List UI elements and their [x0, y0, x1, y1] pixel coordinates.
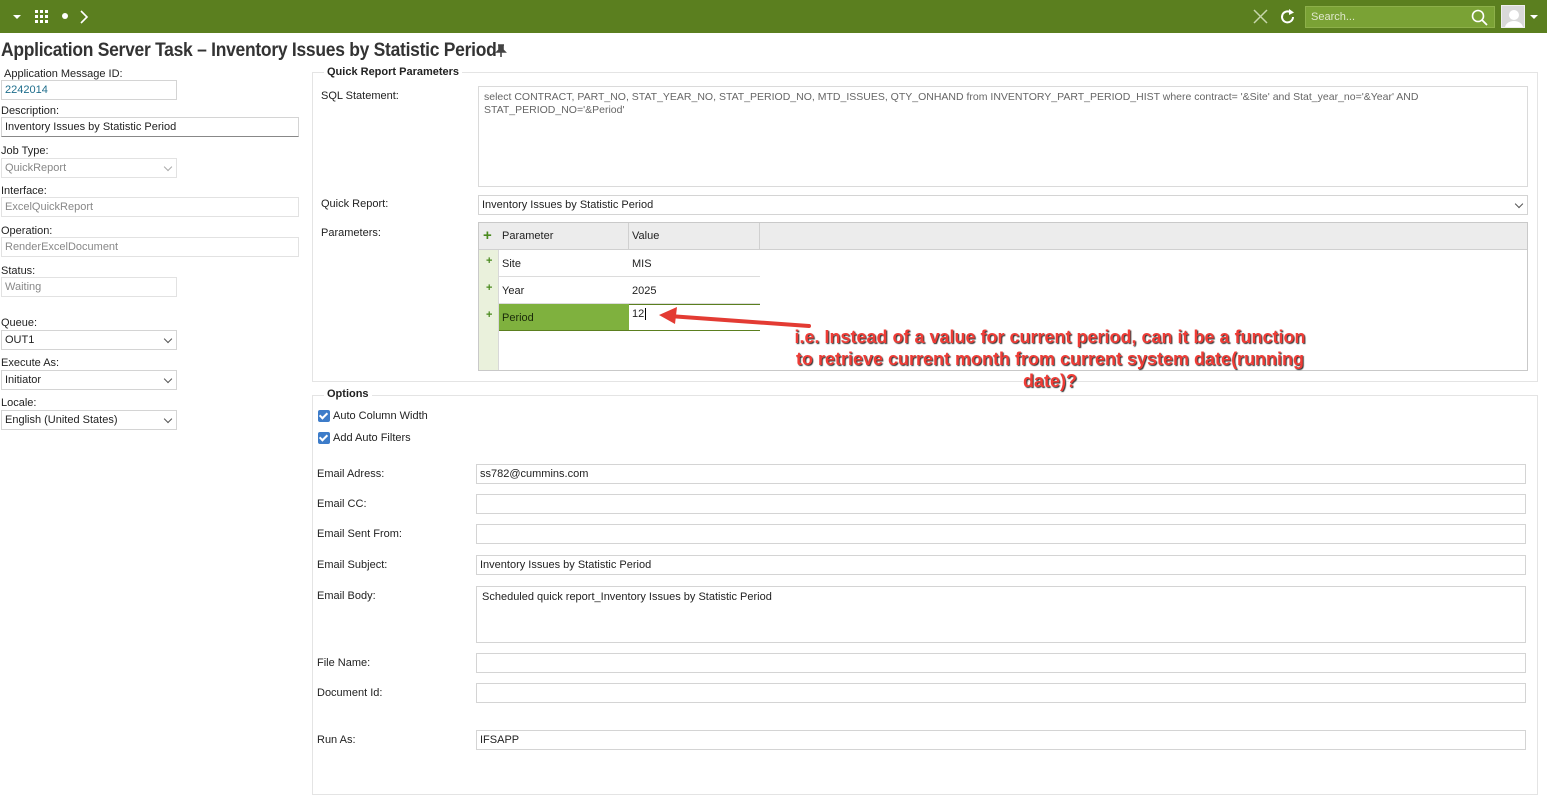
grid-header: + Parameter Value [479, 223, 1527, 250]
table-row-parameter[interactable]: Site [499, 250, 629, 277]
table-row-parameter-selected[interactable]: Period [499, 304, 629, 331]
queue-value: OUT1 [5, 334, 35, 346]
chevron-down-icon[interactable] [163, 374, 173, 384]
options-title: Options [324, 388, 372, 400]
document-id-label: Document Id: [317, 687, 383, 699]
operation-label: Operation: [1, 225, 53, 237]
dot-icon [62, 13, 68, 19]
top-navigation-bar [0, 0, 1547, 33]
file-name-field[interactable] [476, 653, 1526, 673]
chevron-down-icon[interactable] [163, 334, 173, 344]
email-cc-label: Email CC: [317, 498, 367, 510]
caret-down-icon[interactable] [12, 13, 22, 21]
sql-statement-label: SQL Statement: [321, 90, 399, 102]
email-sent-from-field[interactable] [476, 524, 1526, 544]
row-expand-icon[interactable]: + [486, 255, 492, 267]
email-address-label: Email Adress: [317, 468, 385, 480]
auto-column-width-checkbox[interactable] [318, 410, 330, 422]
add-auto-filters-label[interactable]: Add Auto Filters [333, 432, 411, 444]
row-expand-icon[interactable]: + [486, 282, 492, 294]
search-input[interactable] [1306, 7, 1466, 27]
queue-select[interactable]: OUT1 [1, 330, 177, 350]
locale-label: Locale: [1, 397, 37, 409]
locale-value: English (United States) [5, 414, 118, 426]
interface-field: ExcelQuickReport [1, 197, 299, 217]
parameters-label: Parameters: [321, 227, 381, 239]
auto-column-width-label[interactable]: Auto Column Width [333, 410, 428, 422]
email-address-field[interactable]: ss782@cummins.com [476, 464, 1526, 484]
quick-report-select[interactable]: Inventory Issues by Statistic Period [478, 195, 1528, 215]
execute-as-select[interactable]: Initiator [1, 370, 177, 390]
msg-id-label: Application Message ID: [4, 68, 123, 80]
add-row-icon[interactable]: + [483, 227, 492, 244]
execute-as-label: Execute As: [1, 357, 60, 369]
description-field[interactable]: Inventory Issues by Statistic Period [1, 117, 299, 137]
row-expand-icon[interactable]: + [486, 309, 492, 321]
chevron-down-icon[interactable] [163, 414, 173, 424]
interface-label: Interface: [1, 185, 47, 197]
chevron-right-icon[interactable] [79, 9, 89, 25]
chevron-down-icon[interactable] [1514, 199, 1524, 209]
queue-label: Queue: [1, 317, 38, 329]
run-as-field[interactable]: IFSAPP [476, 730, 1526, 750]
email-body-label: Email Body: [317, 590, 376, 602]
table-row-value[interactable]: MIS [629, 250, 760, 277]
annotation-text: i.e. Instead of a value for current peri… [794, 327, 1306, 391]
pin-icon[interactable] [495, 44, 507, 58]
column-header-parameter[interactable]: Parameter [499, 223, 629, 250]
column-header-value[interactable]: Value [629, 223, 760, 250]
user-avatar-icon[interactable] [1501, 5, 1525, 28]
file-name-label: File Name: [317, 657, 371, 669]
table-row-value[interactable]: 2025 [629, 277, 760, 304]
email-subject-label: Email Subject: [317, 559, 388, 571]
email-sent-from-label: Email Sent From: [317, 528, 402, 540]
close-icon[interactable] [1253, 9, 1268, 24]
page-title: Application Server Task – Inventory Issu… [1, 40, 497, 61]
job-type-label: Job Type: [1, 145, 49, 157]
apps-grid-icon[interactable] [34, 9, 50, 25]
status-field: Waiting [1, 277, 177, 297]
locale-select[interactable]: English (United States) [1, 410, 177, 430]
run-as-label: Run As: [317, 734, 356, 746]
search-box[interactable] [1305, 6, 1495, 28]
period-value-input[interactable]: 12 [632, 308, 647, 320]
document-id-field[interactable] [476, 683, 1526, 703]
email-body-field[interactable]: Scheduled quick report_Inventory Issues … [476, 586, 1526, 643]
email-subject-field[interactable]: Inventory Issues by Statistic Period [476, 555, 1526, 575]
sql-statement-field[interactable]: select CONTRACT, PART_NO, STAT_YEAR_NO, … [478, 86, 1528, 187]
execute-as-value: Initiator [5, 374, 42, 386]
msg-id-field[interactable]: 2242014 [1, 80, 177, 100]
add-auto-filters-checkbox[interactable] [318, 432, 330, 444]
quick-report-parameters-title: Quick Report Parameters [324, 66, 463, 78]
quick-report-label: Quick Report: [321, 198, 389, 210]
operation-field: RenderExcelDocument [1, 237, 299, 257]
refresh-icon[interactable] [1279, 8, 1297, 26]
quick-report-value: Inventory Issues by Statistic Period [482, 199, 654, 211]
search-icon[interactable] [1471, 9, 1488, 26]
table-row-parameter[interactable]: Year [499, 277, 629, 304]
caret-down-icon[interactable] [1529, 13, 1539, 21]
status-label: Status: [1, 265, 36, 277]
email-cc-field[interactable] [476, 494, 1526, 514]
job-type-select: QuickReport [1, 158, 177, 178]
description-label: Description: [1, 105, 60, 117]
chevron-down-icon [163, 162, 173, 172]
job-type-value: QuickReport [5, 162, 67, 174]
